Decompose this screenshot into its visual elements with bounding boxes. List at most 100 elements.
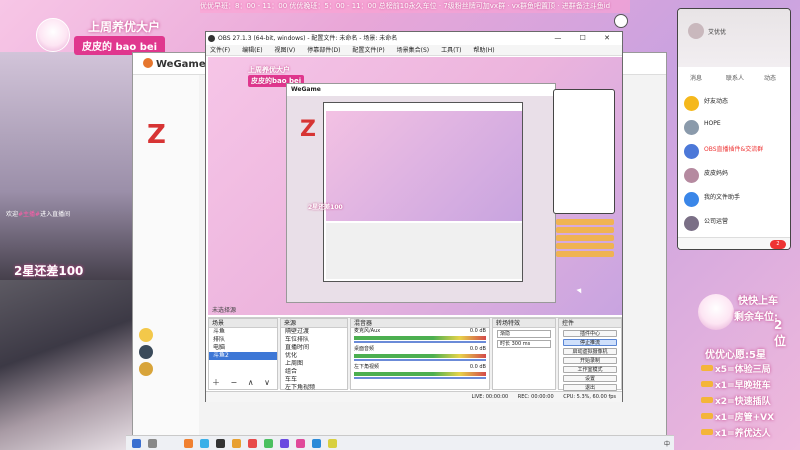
- taskbar-app-icon[interactable]: [232, 439, 241, 448]
- wegame-logo: WeGame: [143, 58, 206, 70]
- taskbar-app-icon[interactable]: [264, 439, 273, 448]
- settings-button[interactable]: 设置: [563, 375, 617, 382]
- sources-dock-title: 来源: [281, 319, 347, 328]
- phone-tabs: 消息 联系人 动态: [678, 73, 790, 83]
- transition-duration[interactable]: 时长 300 ms: [497, 340, 551, 348]
- tab-messages[interactable]: 消息: [690, 73, 702, 82]
- scene-item[interactable]: 排队: [209, 336, 277, 344]
- preview-game-logo-z: Z: [300, 117, 316, 142]
- transitions-dock-title: 转场特效: [493, 319, 555, 328]
- source-item[interactable]: 隔壁过渡: [281, 328, 347, 336]
- chat-list-item[interactable]: 公司运营: [678, 213, 790, 235]
- plugin-center-button[interactable]: 插件中心: [563, 330, 617, 337]
- chat-list-item[interactable]: 好友动态: [678, 93, 790, 115]
- chat-avatar: [684, 120, 699, 135]
- obs-logo-icon: [208, 35, 215, 42]
- transitions-dock: 转场特效 渐隐 时长 300 ms: [492, 318, 556, 390]
- unread-badge: 2: [770, 240, 786, 249]
- gift-icon: [701, 397, 713, 403]
- obs-preview-canvas[interactable]: 上周养优大户 皮皮的bao bei WeGame Z 2星还差100 未选择源: [208, 57, 622, 315]
- chat-avatar: [684, 216, 699, 231]
- chat-list-item[interactable]: 皮皮妈妈: [678, 165, 790, 187]
- game-icon[interactable]: [139, 345, 153, 359]
- mixer-dock-title: 混音器: [351, 319, 489, 328]
- game-icon[interactable]: [139, 328, 153, 342]
- exit-button[interactable]: 退出: [563, 384, 617, 391]
- audio-meter: [354, 336, 486, 340]
- tab-contacts[interactable]: 联系人: [726, 73, 744, 82]
- rec-status: REC: 00:00:00: [517, 394, 554, 400]
- gift-icon: [701, 365, 713, 371]
- search-icon[interactable]: [148, 439, 157, 448]
- live-status: LIVE: 00:00:00: [471, 394, 509, 400]
- obs-title-text: OBS 27.1.3 (64-bit, windows) - 配置文件: 未命名…: [218, 35, 398, 42]
- mixer-channel-name: 麦克风/Aux 0.0 dB: [354, 328, 486, 334]
- chat-prefix: 欢迎: [6, 211, 19, 218]
- menu-profile[interactable]: 配置文件(P): [352, 47, 384, 54]
- taskbar-app-icon[interactable]: [248, 439, 257, 448]
- obs-taskbar-icon[interactable]: [216, 439, 225, 448]
- menu-help[interactable]: 帮助(H): [473, 47, 494, 54]
- menu-docks[interactable]: 停靠部件(D): [307, 47, 340, 54]
- queue-subtitle: 剩余车位:: [734, 312, 778, 323]
- tab-moments[interactable]: 动态: [764, 73, 776, 82]
- volume-slider[interactable]: [354, 359, 486, 361]
- controls-dock: 控件 插件中心 停止推流 启动虚拟摄像机 开始录制 工作室模式 设置 退出: [558, 318, 622, 391]
- scene-toolbar[interactable]: ＋ − ∧ ∨: [212, 377, 274, 388]
- chat-avatar: [684, 96, 699, 111]
- source-item[interactable]: 上周图: [281, 360, 347, 368]
- chat-name: 皮皮妈妈: [704, 170, 729, 177]
- menu-scene-collection[interactable]: 场景集合(S): [397, 47, 430, 54]
- stars-remaining-text: 2星还差100: [14, 264, 84, 278]
- chat-list-item[interactable]: HOPE: [678, 117, 790, 139]
- preview-nested-obs: [323, 102, 523, 282]
- source-item[interactable]: 车位排队: [281, 336, 347, 344]
- queue-position: 2 位: [774, 318, 787, 348]
- virtual-camera-button[interactable]: 启动虚拟摄像机: [563, 348, 617, 355]
- scenes-dock-title: 场景: [209, 319, 277, 328]
- preview-tag: [556, 219, 614, 225]
- chat-list-item[interactable]: OBS直播插件&交流群: [678, 141, 790, 163]
- mixer-dock: 混音器 麦克风/Aux 0.0 dB 桌面音频 0.0 dB 左下角视频 0.0…: [350, 318, 490, 390]
- controls-dock-title: 控件: [559, 319, 621, 328]
- preview-stars-text: 2星还差100: [308, 204, 343, 211]
- source-item[interactable]: 直播时间: [281, 344, 347, 352]
- taskbar-app-icon[interactable]: [328, 439, 337, 448]
- wish-rule: x1=养优达人: [701, 426, 771, 439]
- stop-streaming-button[interactable]: 停止推流: [563, 339, 617, 346]
- window-controls[interactable]: — ☐ ✕: [554, 32, 618, 45]
- source-item[interactable]: 组合: [281, 368, 347, 376]
- taskbar-app-icon[interactable]: [280, 439, 289, 448]
- taskbar-app-icon[interactable]: [296, 439, 305, 448]
- menu-file[interactable]: 文件(F): [210, 47, 230, 54]
- scene-item[interactable]: 电脑: [209, 344, 277, 352]
- scene-item-selected[interactable]: 斗鱼2: [209, 352, 277, 360]
- taskbar-app-icon[interactable]: [184, 439, 193, 448]
- game-icon[interactable]: [139, 362, 153, 376]
- obs-titlebar: OBS 27.1.3 (64-bit, windows) - 配置文件: 未命名…: [206, 32, 622, 45]
- wish-rule: x2=快速插队: [701, 394, 771, 407]
- system-tray[interactable]: 中: [664, 439, 670, 448]
- menu-tools[interactable]: 工具(T): [441, 47, 461, 54]
- source-item[interactable]: 车车: [281, 376, 347, 384]
- scenes-dock: 场景 斗鱼 排队 电脑 斗鱼2 ＋ − ∧ ∨: [208, 318, 278, 390]
- chat-list-item[interactable]: 我的文件助手: [678, 189, 790, 211]
- preview-title-text: 上周养优大户: [248, 66, 290, 74]
- scene-item[interactable]: 斗鱼: [209, 328, 277, 336]
- taskbar-app-icon[interactable]: [200, 439, 209, 448]
- start-recording-button[interactable]: 开始录制: [563, 357, 617, 364]
- volume-slider[interactable]: [354, 341, 486, 343]
- menu-edit[interactable]: 编辑(E): [242, 47, 262, 54]
- start-icon[interactable]: [132, 439, 141, 448]
- audio-meter: [354, 354, 486, 358]
- source-item[interactable]: 优化: [281, 352, 347, 360]
- phone-user-avatar[interactable]: [688, 23, 704, 39]
- menu-view[interactable]: 视图(V): [274, 47, 295, 54]
- studio-mode-button[interactable]: 工作室模式: [563, 366, 617, 373]
- cat-icon: [614, 14, 628, 28]
- taskbar-app-icon[interactable]: [312, 439, 321, 448]
- volume-slider[interactable]: [354, 377, 486, 379]
- wish-rule: x5=体验三局: [701, 362, 771, 375]
- transition-select[interactable]: 渐隐: [497, 330, 551, 338]
- wegame-logo-text: WeGame: [156, 59, 206, 70]
